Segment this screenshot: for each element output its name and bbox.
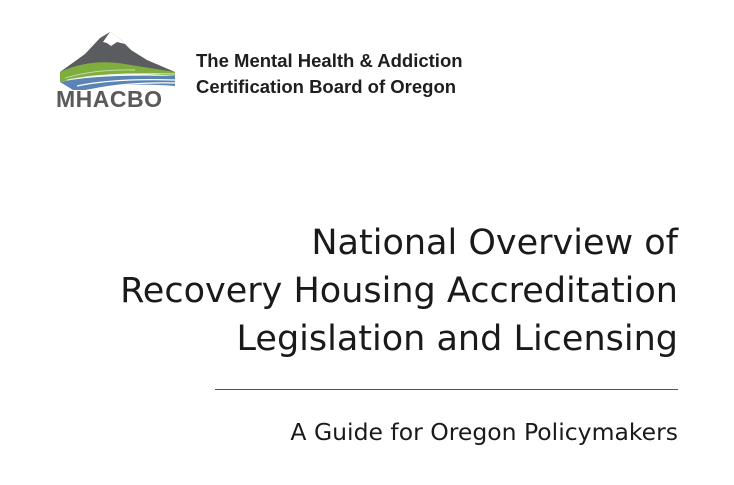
mhacbo-logo: MHACBO [55, 24, 180, 116]
document-subtitle: A Guide for Oregon Policymakers [290, 418, 678, 446]
logo-wordmark: MHACBO [56, 86, 163, 112]
divider [215, 389, 678, 390]
organization-name: The Mental Health & Addiction Certificat… [196, 48, 463, 100]
document-title: National Overview of Recovery Housing Ac… [120, 219, 678, 363]
organization-name-line1: The Mental Health & Addiction [196, 50, 463, 71]
organization-name-line2: Certification Board of Oregon [196, 76, 457, 97]
title-line3: Legislation and Licensing [236, 319, 678, 359]
title-line2: Recovery Housing Accreditation [120, 271, 678, 311]
mountain-valley-logo-icon [60, 32, 176, 91]
title-line1: National Overview of [311, 223, 678, 263]
